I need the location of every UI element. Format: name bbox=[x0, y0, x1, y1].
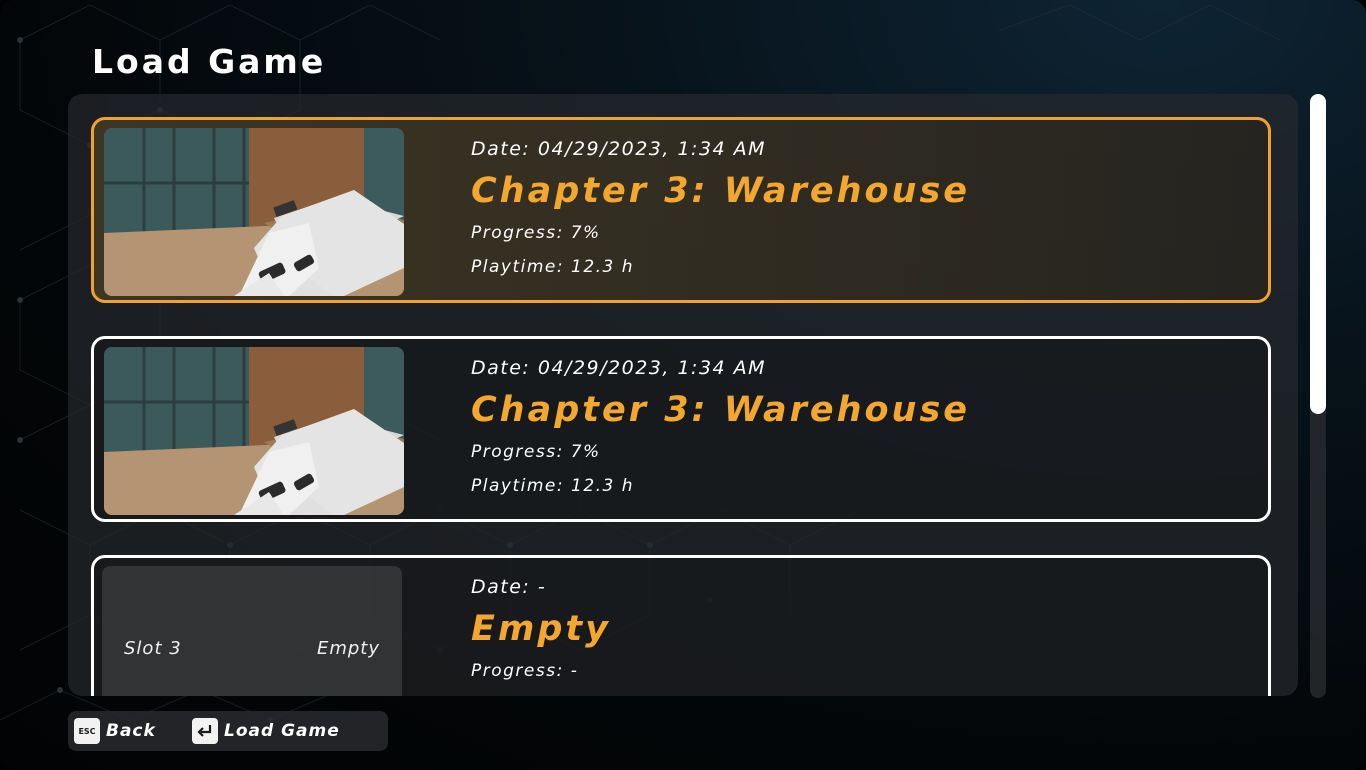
save-progress: Progress: 7% bbox=[471, 223, 601, 243]
load-game-label: Load Game bbox=[224, 721, 340, 741]
save-chapter: Chapter 3: Warehouse bbox=[471, 390, 971, 430]
save-slot-list: Date: 04/29/2023, 1:34 AM Chapter 3: War… bbox=[68, 94, 1298, 696]
save-thumbnail bbox=[104, 347, 404, 515]
save-playtime: Playtime: 12.3 h bbox=[471, 257, 635, 277]
back-hint[interactable]: ESC Back bbox=[74, 717, 156, 745]
save-slot-1[interactable]: Date: 04/29/2023, 1:34 AM Chapter 3: War… bbox=[91, 117, 1271, 303]
save-slot-2[interactable]: Date: 04/29/2023, 1:34 AM Chapter 3: War… bbox=[91, 336, 1271, 522]
slot-empty-label: Empty bbox=[316, 638, 380, 659]
scrollbar-track[interactable] bbox=[1310, 94, 1326, 698]
save-slot-info: Date: - Empty Progress: - bbox=[471, 574, 611, 684]
esc-key-icon: ESC bbox=[74, 718, 100, 744]
slot-number-label: Slot 3 bbox=[124, 638, 182, 659]
load-game-hint[interactable]: Load Game bbox=[192, 717, 340, 745]
save-thumbnail bbox=[104, 128, 404, 296]
save-progress: Progress: 7% bbox=[471, 442, 601, 462]
save-chapter: Chapter 3: Warehouse bbox=[471, 171, 971, 211]
control-hints: ESC Back Load Game bbox=[68, 711, 388, 751]
save-playtime: Playtime: 12.3 h bbox=[471, 476, 635, 496]
save-slot-3[interactable]: Slot 3 Empty Date: - Empty Progress: - bbox=[91, 555, 1271, 696]
back-label: Back bbox=[106, 721, 156, 741]
save-chapter: Empty bbox=[471, 609, 611, 649]
page-title: Load Game bbox=[92, 42, 327, 81]
enter-key-icon bbox=[192, 718, 218, 744]
empty-slot-thumbnail: Slot 3 Empty bbox=[102, 566, 402, 696]
save-date: Date: 04/29/2023, 1:34 AM bbox=[471, 138, 767, 160]
save-date: Date: - bbox=[471, 576, 547, 598]
save-slot-info: Date: 04/29/2023, 1:34 AM Chapter 3: War… bbox=[471, 355, 970, 499]
save-date: Date: 04/29/2023, 1:34 AM bbox=[471, 357, 767, 379]
scrollbar-thumb[interactable] bbox=[1310, 94, 1326, 414]
save-slot-info: Date: 04/29/2023, 1:34 AM Chapter 3: War… bbox=[471, 136, 970, 280]
load-game-screen: Load Game Date: 04/29/2023, 1:34 AM Chap… bbox=[0, 0, 1366, 770]
save-progress: Progress: - bbox=[471, 661, 579, 681]
